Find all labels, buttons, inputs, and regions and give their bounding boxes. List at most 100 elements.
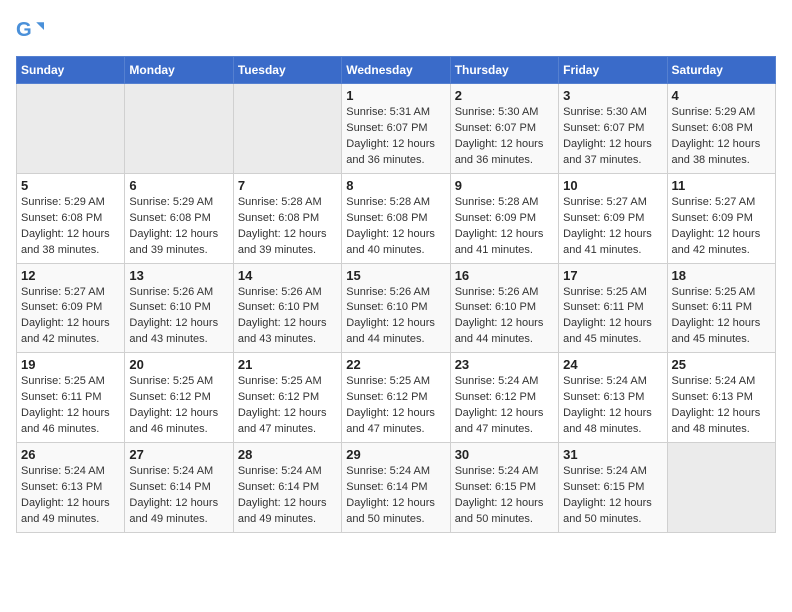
calendar-cell: 28 Sunrise: 5:24 AMSunset: 6:14 PMDayligh…: [233, 443, 341, 533]
calendar-cell: 11 Sunrise: 5:27 AMSunset: 6:09 PMDayligh…: [667, 173, 775, 263]
day-number: 4: [672, 88, 771, 103]
calendar-cell: 31Sunrise: 5:24 AMSunset: 6:15 PMDayligh…: [559, 443, 667, 533]
calendar-cell: [233, 84, 341, 174]
calendar-cell: 10 Sunrise: 5:27 AMSunset: 6:09 PMDayligh…: [559, 173, 667, 263]
calendar-cell: [17, 84, 125, 174]
day-number: 24: [563, 357, 662, 372]
calendar-cell: 15Sunrise: 5:26 AMSunset: 6:10 PMDayligh…: [342, 263, 450, 353]
day-info: Sunrise: 5:24 AMSunset: 6:13 PMDaylight:…: [563, 374, 662, 438]
day-number: 30: [455, 447, 554, 462]
calendar-cell: 27 Sunrise: 5:24 AMSunset: 6:14 PMDayligh…: [125, 443, 233, 533]
logo-icon: G: [16, 16, 44, 44]
day-number: 23: [455, 357, 554, 372]
calendar-table: SundayMondayTuesdayWednesdayThursdayFrid…: [16, 56, 776, 533]
day-info: Sunrise: 5:24 AMSunset: 6:12 PMDaylight:…: [455, 374, 554, 438]
day-info: Sunrise: 5:28 AMSunset: 6:08 PMDaylight:…: [238, 195, 337, 259]
calendar-cell: 6Sunrise: 5:29 AMSunset: 6:08 PMDaylight…: [125, 173, 233, 263]
logo: G: [16, 16, 48, 44]
calendar-cell: 18 Sunrise: 5:25 AMSunset: 6:11 PMDayligh…: [667, 263, 775, 353]
day-info: Sunrise: 5:30 AMSunset: 6:07 PMDaylight:…: [455, 105, 554, 169]
calendar-cell: [125, 84, 233, 174]
day-info: Sunrise: 5:28 AMSunset: 6:08 PMDaylight:…: [346, 195, 445, 259]
calendar-cell: 30 Sunrise: 5:24 AMSunset: 6:15 PMDayligh…: [450, 443, 558, 533]
day-info: Sunrise: 5:26 AMSunset: 6:10 PMDaylight:…: [455, 285, 554, 349]
day-info: Sunrise: 5:29 AMSunset: 6:08 PMDaylight:…: [672, 105, 771, 169]
calendar-cell: 22 Sunrise: 5:25 AMSunset: 6:12 PMDayligh…: [342, 353, 450, 443]
day-info: Sunrise: 5:27 AMSunset: 6:09 PMDaylight:…: [672, 195, 771, 259]
calendar-cell: 7Sunrise: 5:28 AMSunset: 6:08 PMDaylight…: [233, 173, 341, 263]
day-info: Sunrise: 5:24 AMSunset: 6:14 PMDaylight:…: [129, 464, 228, 528]
day-number: 19: [21, 357, 120, 372]
day-number: 3: [563, 88, 662, 103]
calendar-week-row: 5 Sunrise: 5:29 AMSunset: 6:08 PMDaylight…: [17, 173, 776, 263]
day-number: 13: [129, 268, 228, 283]
calendar-cell: 5 Sunrise: 5:29 AMSunset: 6:08 PMDaylight…: [17, 173, 125, 263]
calendar-cell: [667, 443, 775, 533]
day-info: Sunrise: 5:24 AMSunset: 6:14 PMDaylight:…: [346, 464, 445, 528]
day-info: Sunrise: 5:24 AMSunset: 6:14 PMDaylight:…: [238, 464, 337, 528]
day-number: 10: [563, 178, 662, 193]
calendar-cell: 9 Sunrise: 5:28 AMSunset: 6:09 PMDaylight…: [450, 173, 558, 263]
day-number: 11: [672, 178, 771, 193]
calendar-cell: 3 Sunrise: 5:30 AMSunset: 6:07 PMDaylight…: [559, 84, 667, 174]
day-header: Sunday: [17, 57, 125, 84]
day-info: Sunrise: 5:29 AMSunset: 6:08 PMDaylight:…: [21, 195, 120, 259]
day-info: Sunrise: 5:27 AMSunset: 6:09 PMDaylight:…: [563, 195, 662, 259]
day-info: Sunrise: 5:28 AMSunset: 6:09 PMDaylight:…: [455, 195, 554, 259]
calendar-week-row: 12 Sunrise: 5:27 AMSunset: 6:09 PMDayligh…: [17, 263, 776, 353]
day-info: Sunrise: 5:25 AMSunset: 6:12 PMDaylight:…: [238, 374, 337, 438]
svg-text:G: G: [16, 19, 32, 41]
day-number: 12: [21, 268, 120, 283]
calendar-week-row: 26 Sunrise: 5:24 AMSunset: 6:13 PMDayligh…: [17, 443, 776, 533]
calendar-week-row: 19 Sunrise: 5:25 AMSunset: 6:11 PMDayligh…: [17, 353, 776, 443]
day-number: 29: [346, 447, 445, 462]
calendar-cell: 8 Sunrise: 5:28 AMSunset: 6:08 PMDaylight…: [342, 173, 450, 263]
day-number: 18: [672, 268, 771, 283]
calendar-cell: 20Sunrise: 5:25 AMSunset: 6:12 PMDayligh…: [125, 353, 233, 443]
day-number: 14: [238, 268, 337, 283]
day-number: 1: [346, 88, 445, 103]
calendar-cell: 17 Sunrise: 5:25 AMSunset: 6:11 PMDayligh…: [559, 263, 667, 353]
day-number: 15: [346, 268, 445, 283]
day-info: Sunrise: 5:24 AMSunset: 6:13 PMDaylight:…: [21, 464, 120, 528]
day-number: 26: [21, 447, 120, 462]
calendar-cell: 19 Sunrise: 5:25 AMSunset: 6:11 PMDayligh…: [17, 353, 125, 443]
day-number: 16: [455, 268, 554, 283]
day-header: Tuesday: [233, 57, 341, 84]
day-number: 20: [129, 357, 228, 372]
day-info: Sunrise: 5:25 AMSunset: 6:11 PMDaylight:…: [563, 285, 662, 349]
calendar-cell: 23 Sunrise: 5:24 AMSunset: 6:12 PMDayligh…: [450, 353, 558, 443]
day-info: Sunrise: 5:25 AMSunset: 6:11 PMDaylight:…: [21, 374, 120, 438]
calendar-cell: 25 Sunrise: 5:24 AMSunset: 6:13 PMDayligh…: [667, 353, 775, 443]
header: G: [16, 16, 776, 44]
day-number: 2: [455, 88, 554, 103]
calendar-cell: 12 Sunrise: 5:27 AMSunset: 6:09 PMDayligh…: [17, 263, 125, 353]
calendar-cell: 29 Sunrise: 5:24 AMSunset: 6:14 PMDayligh…: [342, 443, 450, 533]
day-info: Sunrise: 5:25 AMSunset: 6:12 PMDaylight:…: [346, 374, 445, 438]
day-number: 21: [238, 357, 337, 372]
day-info: Sunrise: 5:24 AMSunset: 6:13 PMDaylight:…: [672, 374, 771, 438]
calendar-week-row: 1 Sunrise: 5:31 AMSunset: 6:07 PMDaylight…: [17, 84, 776, 174]
calendar-cell: 13 Sunrise: 5:26 AMSunset: 6:10 PMDayligh…: [125, 263, 233, 353]
day-info: Sunrise: 5:30 AMSunset: 6:07 PMDaylight:…: [563, 105, 662, 169]
calendar-cell: 21 Sunrise: 5:25 AMSunset: 6:12 PMDayligh…: [233, 353, 341, 443]
day-info: Sunrise: 5:25 AMSunset: 6:11 PMDaylight:…: [672, 285, 771, 349]
calendar-cell: 26 Sunrise: 5:24 AMSunset: 6:13 PMDayligh…: [17, 443, 125, 533]
day-number: 27: [129, 447, 228, 462]
day-info: Sunrise: 5:24 AMSunset: 6:15 PMDaylight:…: [455, 464, 554, 528]
day-info: Sunrise: 5:26 AMSunset: 6:10 PMDaylight:…: [238, 285, 337, 349]
calendar-cell: 4 Sunrise: 5:29 AMSunset: 6:08 PMDaylight…: [667, 84, 775, 174]
day-number: 5: [21, 178, 120, 193]
day-info: Sunrise: 5:26 AMSunset: 6:10 PMDaylight:…: [129, 285, 228, 349]
calendar-cell: 14 Sunrise: 5:26 AMSunset: 6:10 PMDayligh…: [233, 263, 341, 353]
day-number: 28: [238, 447, 337, 462]
day-info: Sunrise: 5:27 AMSunset: 6:09 PMDaylight:…: [21, 285, 120, 349]
day-info: Sunrise: 5:31 AMSunset: 6:07 PMDaylight:…: [346, 105, 445, 169]
day-number: 25: [672, 357, 771, 372]
day-number: 9: [455, 178, 554, 193]
header-row: SundayMondayTuesdayWednesdayThursdayFrid…: [17, 57, 776, 84]
day-header: Friday: [559, 57, 667, 84]
day-number: 22: [346, 357, 445, 372]
day-number: 17: [563, 268, 662, 283]
day-number: 8: [346, 178, 445, 193]
